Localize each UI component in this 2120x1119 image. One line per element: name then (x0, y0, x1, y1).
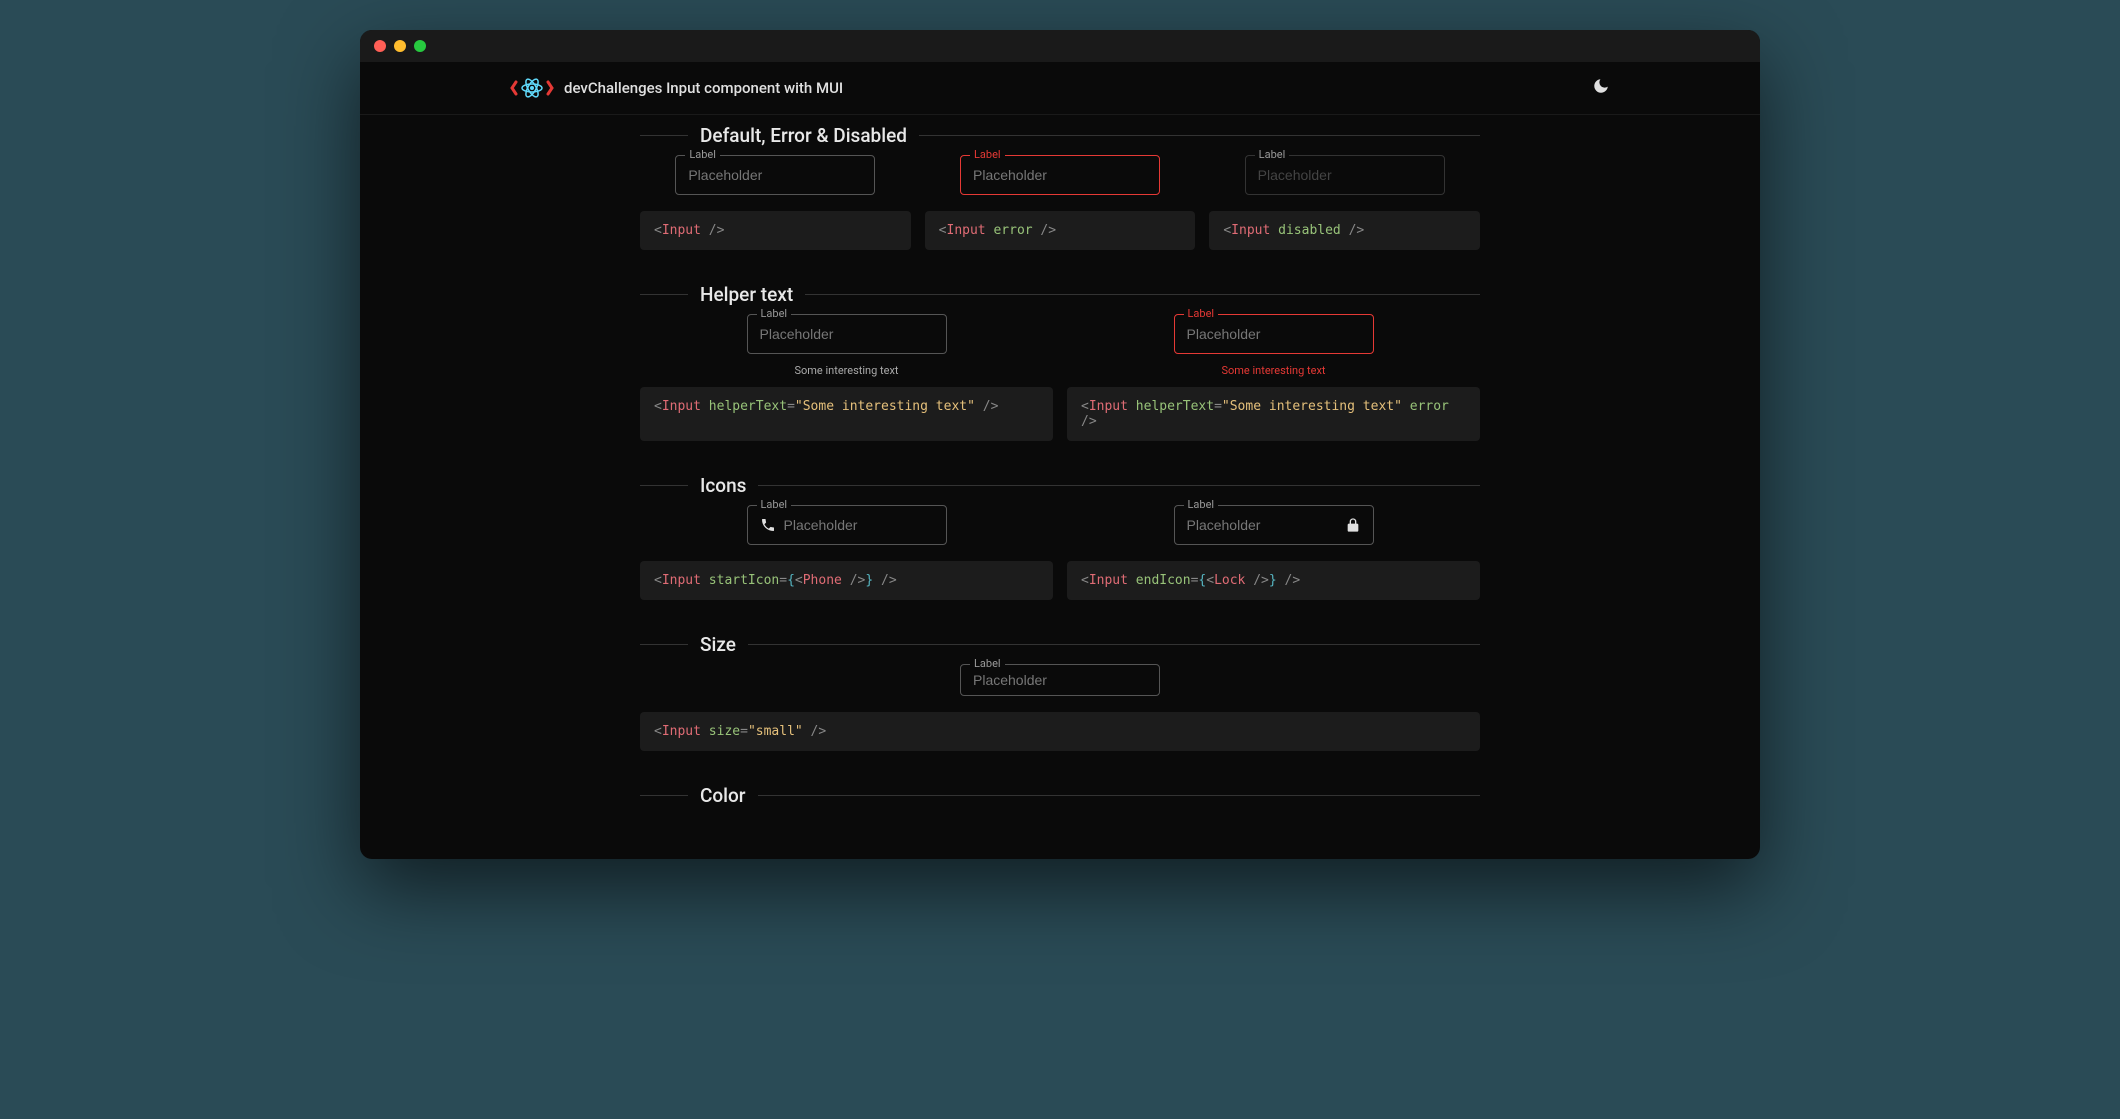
input-with-helper: Label (747, 314, 947, 354)
input-label: Label (970, 148, 1005, 161)
app-header: devChallenges Input component with MUI (360, 62, 1760, 115)
text-input (1258, 167, 1432, 183)
lock-icon (1345, 517, 1361, 533)
app-title: devChallenges Input component with MUI (564, 79, 843, 97)
section-divider (640, 485, 1480, 486)
input-default: Label (675, 155, 875, 195)
text-input[interactable] (973, 167, 1147, 183)
text-input[interactable] (688, 167, 862, 183)
section-divider (640, 644, 1480, 645)
code-example: <Input size="small" /> (640, 712, 1480, 751)
code-example: <Input startIcon={<Phone />} /> (640, 561, 1053, 600)
section-divider (640, 795, 1480, 796)
code-example: <Input endIcon={<Lock />} /> (1067, 561, 1480, 600)
code-example: <Input helperText="Some interesting text… (1067, 387, 1480, 441)
window-titlebar (360, 30, 1760, 62)
input-label: Label (1255, 148, 1290, 161)
input-end-icon: Label (1174, 505, 1374, 545)
field-row: Label Label Label (640, 155, 1480, 201)
input-label: Label (757, 307, 792, 320)
text-input[interactable] (1187, 326, 1361, 342)
section-title-color: Color (688, 784, 758, 807)
input-with-helper-error: Label (1174, 314, 1374, 354)
phone-icon (760, 517, 776, 533)
helper-text: Some interesting text (1221, 364, 1325, 377)
input-label: Label (757, 498, 792, 511)
section-title-size: Size (688, 633, 748, 656)
moon-icon (1592, 77, 1610, 95)
dark-mode-toggle[interactable] (1592, 77, 1610, 99)
helper-text: Some interesting text (794, 364, 898, 377)
input-disabled: Label (1245, 155, 1445, 195)
main-content: Default, Error & Disabled Label Label (360, 115, 1760, 859)
text-input[interactable] (1187, 517, 1337, 533)
input-label: Label (1184, 307, 1219, 320)
text-input[interactable] (760, 326, 934, 342)
code-example: <Input /> (640, 211, 911, 250)
maximize-window-button[interactable] (414, 40, 426, 52)
section-title-default: Default, Error & Disabled (688, 124, 919, 147)
code-example: <Input disabled /> (1209, 211, 1480, 250)
input-error: Label (960, 155, 1160, 195)
text-input[interactable] (784, 517, 934, 533)
section-title-helper: Helper text (688, 283, 805, 306)
react-logo-icon (510, 74, 554, 102)
input-label: Label (970, 657, 1005, 670)
input-start-icon: Label (747, 505, 947, 545)
input-label: Label (685, 148, 720, 161)
close-window-button[interactable] (374, 40, 386, 52)
section-title-icons: Icons (688, 474, 758, 497)
text-input[interactable] (973, 672, 1147, 688)
minimize-window-button[interactable] (394, 40, 406, 52)
code-example: <Input error /> (925, 211, 1196, 250)
app-logo: devChallenges Input component with MUI (510, 74, 843, 102)
input-small: Label (960, 664, 1160, 696)
input-label: Label (1184, 498, 1219, 511)
app-window: devChallenges Input component with MUI D… (360, 30, 1760, 859)
code-example: <Input helperText="Some interesting text… (640, 387, 1053, 441)
